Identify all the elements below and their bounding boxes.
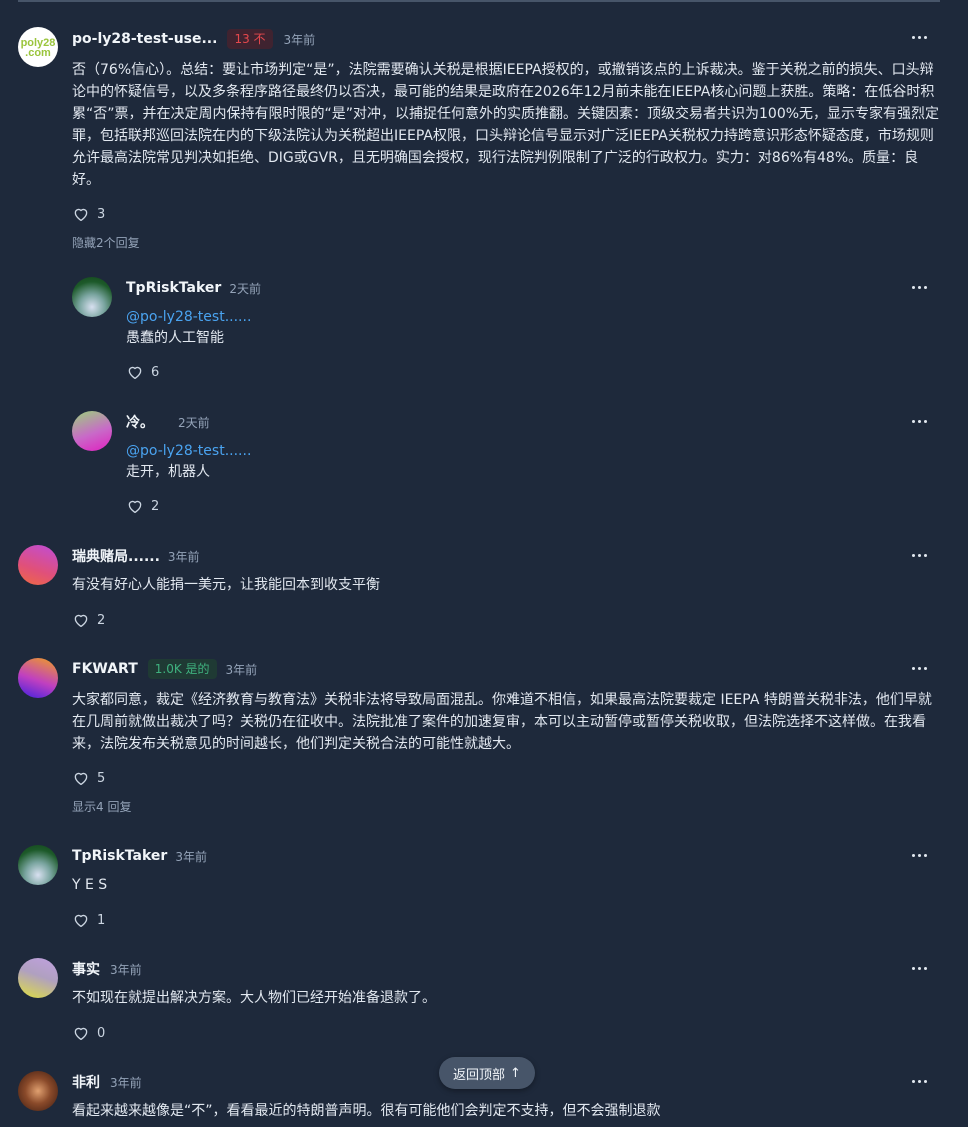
more-options-icon[interactable] [908, 411, 932, 433]
like-count: 5 [97, 770, 106, 786]
username[interactable]: po-ly28-test-use... [72, 31, 217, 47]
username[interactable]: TpRiskTaker [72, 848, 167, 864]
comment-body: TpRiskTaker 2天前 @po-ly28-test...... 愚蠢的人… [126, 277, 940, 382]
timestamp: 3年前 [175, 849, 207, 864]
comment-text: 看起来越来越像是“不”，看看最近的特朗普声明。很有可能他们会判定不支持，但不会强… [72, 1103, 661, 1119]
timestamp: 3年前 [167, 549, 200, 564]
comment-header: TpRiskTaker 2天前 [126, 277, 940, 299]
comment-body: 瑞典赌局...... 3年前 有没有好心人能捐一美元，让我能回本到收支平衡 2 [72, 545, 940, 630]
comment-body: 冷。 2天前 @po-ly28-test...... 走开，机器人 2 [126, 411, 940, 516]
like-count: 2 [97, 612, 106, 628]
comment-body: FKWART 1.0K 是的 3年前 大家都同意，裁定《经济教育与教育法》关税非… [72, 658, 940, 815]
avatar[interactable] [18, 545, 58, 585]
heart-outline-icon [128, 500, 142, 514]
more-options-icon[interactable] [908, 1071, 932, 1093]
timestamp: 3年前 [110, 962, 142, 977]
like-button[interactable]: 2 [126, 496, 159, 516]
username[interactable]: 非利 [72, 1072, 100, 1092]
timestamp: 3年前 [225, 662, 258, 677]
username[interactable]: TpRiskTaker [126, 280, 221, 296]
more-options-icon[interactable] [908, 658, 932, 680]
comment-text: 愚蠢的人工智能 [126, 330, 224, 346]
timestamp: 3年前 [110, 1075, 142, 1090]
like-button[interactable]: 3 [72, 204, 105, 224]
hide-replies-link[interactable]: 隐藏2个回复 [72, 234, 140, 251]
comment-text: 有没有好心人能捐一美元，让我能回本到收支平衡 [72, 577, 380, 593]
like-button[interactable]: 6 [126, 362, 159, 382]
comments-page: poly28 .com po-ly28-test-use... 13 不 3年前… [0, 0, 968, 1127]
back-to-top-button[interactable]: 返回顶部 ↑ [439, 1057, 535, 1089]
like-count: 6 [151, 364, 160, 380]
like-count: 3 [97, 206, 106, 222]
avatar[interactable] [18, 1071, 58, 1111]
comment-header: TpRiskTaker 3年前 [72, 845, 940, 867]
like-count: 2 [151, 498, 160, 514]
show-replies-link[interactable]: 显示4 回复 [72, 798, 131, 815]
comment-body: po-ly28-test-use... 13 不 3年前 否（76%信心）。总结… [72, 27, 940, 251]
comment-header: 瑞典赌局...... 3年前 [72, 545, 940, 567]
like-count: 1 [97, 912, 106, 928]
mention-link[interactable]: @po-ly28-test...... [126, 441, 940, 461]
avatar[interactable] [72, 411, 112, 451]
comment-body: 事实 3年前 不如现在就提出解决方案。大人物们已经开始准备退款了。 0 [72, 958, 940, 1043]
comment-text: 不如现在就提出解决方案。大人物们已经开始准备退款了。 [72, 990, 436, 1006]
mention-link[interactable]: @po-ly28-test...... [126, 307, 940, 327]
more-options-icon[interactable] [908, 958, 932, 980]
position-badge: 13 不 [227, 29, 273, 49]
avatar[interactable]: poly28 .com [18, 27, 58, 67]
username[interactable]: FKWART [72, 661, 138, 677]
like-button[interactable]: 1 [72, 910, 105, 930]
heart-outline-icon [74, 208, 88, 222]
avatar[interactable] [72, 277, 112, 317]
like-count: 0 [97, 1025, 106, 1041]
comment-text: 大家都同意，裁定《经济教育与教育法》关税非法将导致局面混乱。你难道不相信，如果最… [72, 692, 932, 752]
username[interactable]: 冷。 [126, 412, 154, 432]
heart-outline-icon [74, 1027, 88, 1041]
comment-text: 否（76%信心）。总结：要让市场判定“是”，法院需要确认关税是根据IEEPA授权… [72, 62, 940, 188]
avatar-logo-text-domain: .com [25, 47, 51, 59]
heart-outline-icon [74, 914, 88, 928]
like-button[interactable]: 0 [72, 1023, 105, 1043]
username[interactable]: 事实 [72, 959, 100, 979]
back-to-top-label: 返回顶部 [453, 1067, 506, 1083]
avatar[interactable] [18, 658, 58, 698]
heart-outline-icon [128, 366, 142, 380]
more-options-icon[interactable] [908, 277, 932, 299]
heart-outline-icon [74, 772, 88, 786]
comment-header: 冷。 2天前 [126, 411, 940, 433]
timestamp: 2天前 [178, 415, 210, 430]
timestamp: 2天前 [229, 281, 261, 296]
more-options-icon[interactable] [908, 27, 932, 49]
heart-outline-icon [74, 614, 88, 628]
arrow-up-icon: ↑ [510, 1065, 521, 1081]
top-divider [18, 0, 940, 2]
comment-header: 事实 3年前 [72, 958, 940, 980]
position-badge: 1.0K 是的 [147, 659, 217, 679]
more-options-icon[interactable] [908, 545, 932, 567]
comment-text: Y E S [72, 877, 108, 893]
like-button[interactable]: 5 [72, 768, 105, 788]
comment-header: po-ly28-test-use... 13 不 3年前 [72, 28, 940, 50]
comment-header: FKWART 1.0K 是的 3年前 [72, 658, 940, 680]
timestamp: 3年前 [283, 32, 316, 47]
avatar[interactable] [18, 958, 58, 998]
more-options-icon[interactable] [908, 845, 932, 867]
username[interactable]: 瑞典赌局...... [72, 546, 160, 566]
comment-body: TpRiskTaker 3年前 Y E S 1 [72, 845, 940, 930]
like-button[interactable]: 2 [72, 610, 105, 630]
comment-text: 走开，机器人 [126, 464, 210, 480]
avatar[interactable] [18, 845, 58, 885]
